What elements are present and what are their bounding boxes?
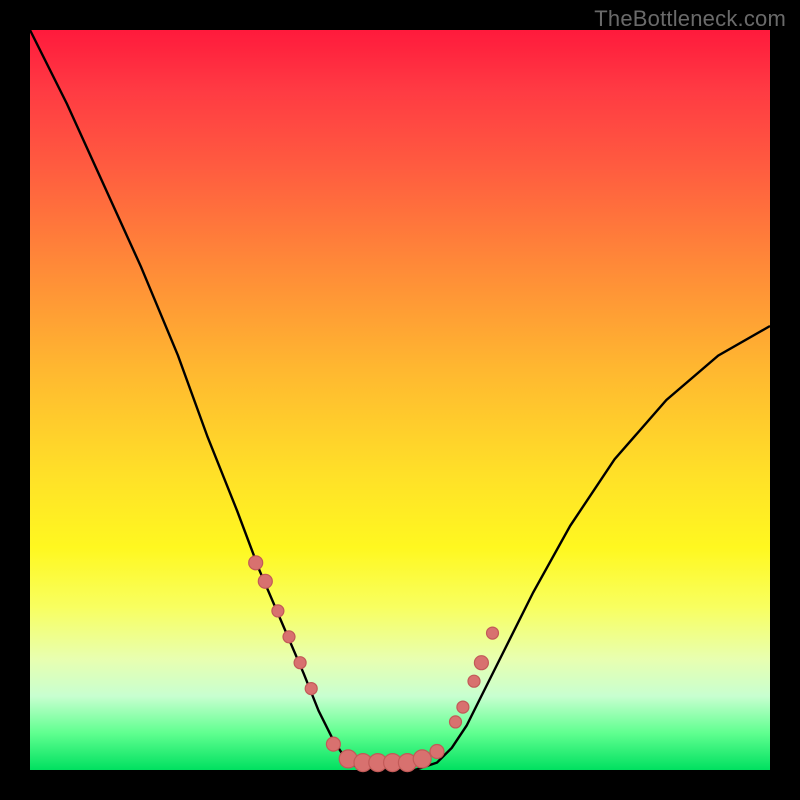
chart-frame: TheBottleneck.com [0, 0, 800, 800]
marker-dot [474, 656, 488, 670]
marker-dot [468, 675, 480, 687]
marker-dot [294, 657, 306, 669]
marker-dot [413, 750, 431, 768]
marker-dot [272, 605, 284, 617]
marker-dot [450, 716, 462, 728]
marker-dot [430, 745, 444, 759]
marker-dot [283, 631, 295, 643]
watermark-label: TheBottleneck.com [594, 6, 786, 32]
plot-area [30, 30, 770, 770]
curve-svg [30, 30, 770, 770]
marker-dot [249, 556, 263, 570]
marker-group [249, 556, 499, 772]
marker-dot [305, 683, 317, 695]
marker-dot [457, 701, 469, 713]
marker-dot [258, 574, 272, 588]
bottleneck-curve [30, 30, 770, 770]
marker-dot [326, 737, 340, 751]
marker-dot [487, 627, 499, 639]
